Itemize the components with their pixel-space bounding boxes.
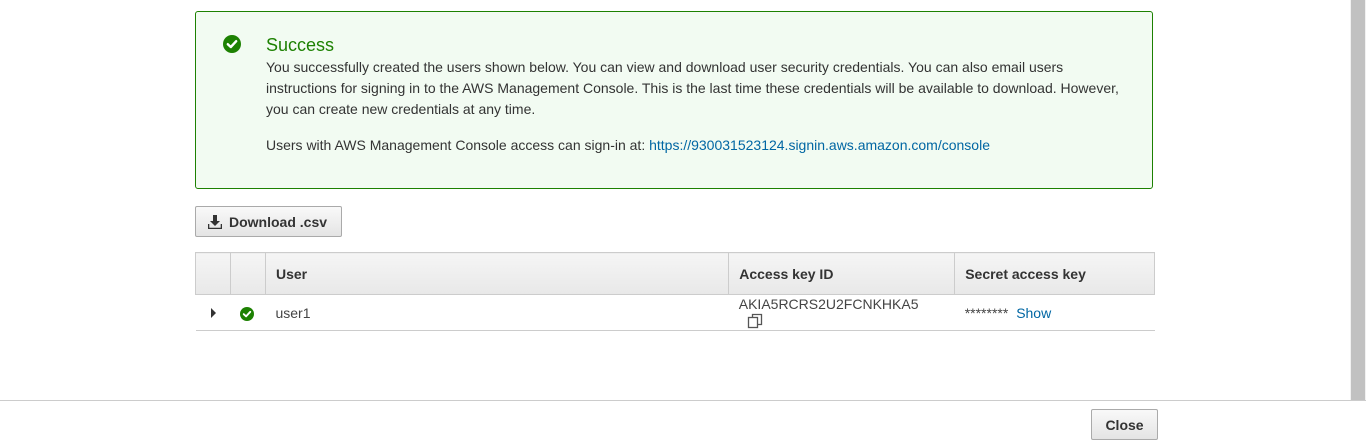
user-name-cell: user1 — [265, 294, 729, 331]
alert-title: Success — [266, 35, 335, 55]
success-alert: Success You successfully created the use… — [195, 11, 1153, 189]
table-row: user1 AKIA5RCRS2U2FCNKHKA5 ******** Show — [195, 294, 1155, 331]
download-icon — [208, 214, 222, 229]
access-key-id-cell: AKIA5RCRS2U2FCNKHKA5 — [728, 294, 955, 331]
copy-icon[interactable] — [747, 313, 763, 329]
table-header-row: User Access key ID Secret access key — [195, 252, 1155, 295]
signin-info: Users with AWS Management Console access… — [266, 135, 990, 155]
column-header-secret-access-key[interactable]: Secret access key — [954, 252, 1155, 295]
access-key-id-value: AKIA5RCRS2U2FCNKHKA5 — [738, 295, 919, 312]
show-secret-link[interactable]: Show — [1016, 305, 1051, 321]
dialog-footer: Close — [0, 400, 1366, 445]
expand-row-icon[interactable] — [210, 307, 216, 318]
signin-url-link[interactable]: https://930031523124.signin.aws.amazon.c… — [649, 137, 990, 153]
close-button[interactable]: Close — [1091, 409, 1158, 440]
check-circle-icon — [240, 306, 255, 321]
status-cell — [230, 294, 266, 331]
check-circle-icon — [223, 35, 241, 53]
column-header-user[interactable]: User — [264, 252, 730, 295]
signin-prefix: Users with AWS Management Console access… — [266, 137, 646, 153]
scrollbar-thumb[interactable] — [1351, 0, 1365, 400]
secret-masked-value: ******** — [964, 304, 1009, 321]
column-header-status — [229, 252, 266, 295]
alert-message: You successfully created the users shown… — [266, 59, 1119, 117]
column-header-access-key-id[interactable]: Access key ID — [728, 252, 956, 295]
secret-access-key-cell: ******** Show — [954, 294, 1155, 331]
download-csv-button[interactable]: Download .csv — [195, 206, 342, 237]
users-credentials-table: User Access key ID Secret access key use… — [195, 252, 1155, 331]
download-csv-label: Download .csv — [229, 213, 328, 230]
expand-cell — [195, 294, 231, 331]
create-user-success-page: Success You successfully created the use… — [0, 0, 1366, 445]
column-header-expand — [195, 252, 231, 295]
